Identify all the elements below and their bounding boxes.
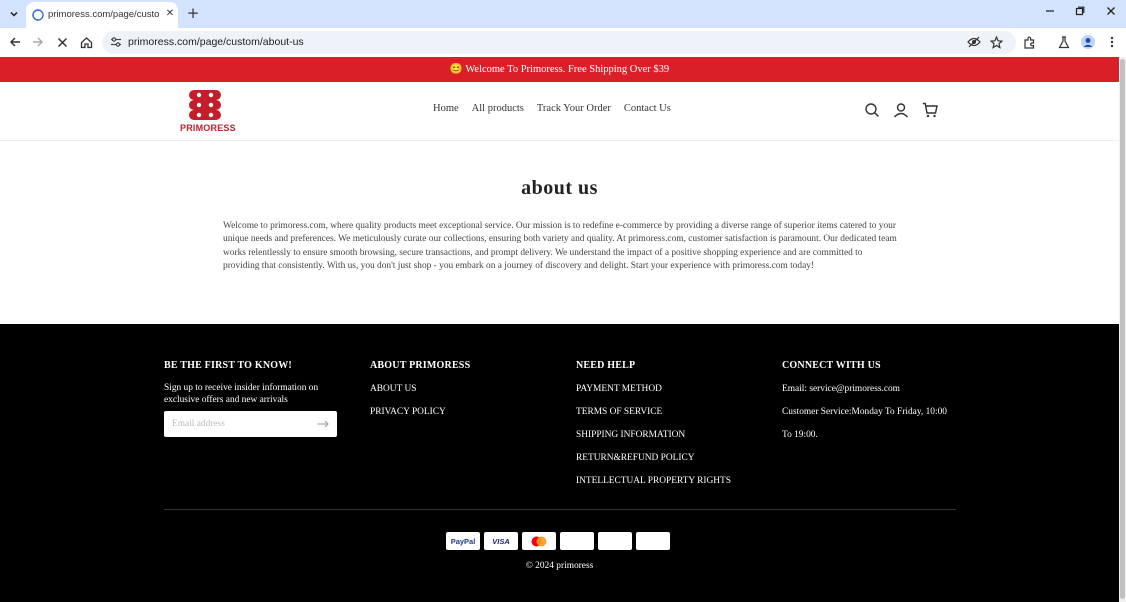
connect-heading: CONNECT WITH US — [782, 360, 881, 371]
cart-icon[interactable] — [922, 102, 938, 118]
contact-hours: Customer Service:Monday To Friday, 10:00… — [782, 407, 947, 440]
contact-email[interactable]: Email: service@primoress.com — [782, 378, 957, 401]
scrollbar-thumb[interactable] — [1120, 59, 1125, 599]
chevron-down-icon[interactable] — [5, 5, 23, 23]
web-page: 😊 Welcome To Primoress. Free Shipping Ov… — [0, 57, 1119, 602]
footer-link-privacy-policy[interactable]: PRIVACY POLICY — [370, 407, 470, 417]
nav-contact-us[interactable]: Contact Us — [624, 103, 671, 119]
back-arrow-icon[interactable] — [7, 34, 23, 50]
restore-icon[interactable] — [1072, 5, 1088, 21]
footer-link-about-us[interactable]: ABOUT US — [370, 384, 470, 394]
copyright: © 2024 primoress — [525, 561, 594, 571]
announcement-bar: 😊 Welcome To Primoress. Free Shipping Ov… — [0, 57, 1119, 82]
user-icon[interactable] — [893, 102, 909, 118]
site-footer: BE THE FIRST TO KNOW! Sign up to receive… — [0, 324, 1119, 602]
page-scrollbar[interactable] — [1119, 57, 1126, 602]
paypal-icon: PayPal — [446, 532, 480, 550]
forward-arrow-icon[interactable] — [30, 34, 46, 50]
eye-off-icon[interactable] — [966, 34, 982, 50]
site-header: PRIMORESS Home All products Track Your O… — [0, 82, 1119, 141]
close-window-icon[interactable] — [1103, 5, 1119, 21]
url-text: primoress.com/page/custom/about-us — [128, 36, 304, 48]
logo-mark — [189, 90, 221, 120]
tab-title: primoress.com/page/custom/a — [48, 9, 160, 20]
close-icon[interactable]: ✕ — [163, 7, 177, 21]
subscribe-heading: BE THE FIRST TO KNOW! — [164, 360, 292, 371]
tune-icon[interactable] — [110, 36, 122, 48]
subscribe-text: Sign up to receive insider information o… — [164, 383, 319, 405]
footer-help: NEED HELP PAYMENT METHOD TERMS OF SERVIC… — [576, 360, 731, 486]
browser-toolbar: primoress.com/page/custom/about-us — [0, 28, 1126, 57]
arrow-right-icon[interactable] — [317, 420, 329, 428]
nav-track-order[interactable]: Track Your Order — [537, 103, 611, 119]
footer-link-terms-of-service[interactable]: TERMS OF SERVICE — [576, 407, 731, 417]
browser-tab-bar: primoress.com/page/custom/a ✕ + — [0, 0, 1126, 28]
about-body-text: Welcome to primoress.com, where quality … — [223, 221, 897, 272]
email-input[interactable] — [172, 417, 312, 431]
puzzle-icon[interactable] — [1021, 34, 1037, 50]
site-logo[interactable]: PRIMORESS — [180, 88, 236, 134]
payment-methods: PayPal VISA — [446, 532, 670, 550]
mastercard-icon — [522, 532, 556, 550]
search-icon[interactable] — [864, 102, 880, 118]
page-title: about us — [521, 177, 598, 199]
footer-link-return-refund-policy[interactable]: RETURN&REFUND POLICY — [576, 453, 731, 463]
stop-icon[interactable] — [54, 34, 70, 50]
main-nav: Home All products Track Your Order Conta… — [433, 103, 684, 119]
footer-connect: CONNECT WITH US Email: service@primoress… — [782, 360, 957, 447]
more-vert-icon[interactable] — [1104, 34, 1120, 50]
footer-link-shipping-information[interactable]: SHIPPING INFORMATION — [576, 430, 731, 440]
globe-icon — [32, 9, 44, 21]
logo-text: PRIMORESS — [180, 123, 236, 133]
home-icon[interactable] — [78, 34, 94, 50]
plus-icon[interactable]: + — [185, 4, 201, 22]
footer-divider — [164, 509, 956, 510]
flask-icon[interactable] — [1056, 34, 1072, 50]
payment-card-icon — [636, 532, 670, 550]
about-heading: ABOUT PRIMORESS — [370, 360, 471, 371]
footer-about: ABOUT PRIMORESS ABOUT US PRIVACY POLICY — [370, 360, 470, 417]
footer-subscribe: BE THE FIRST TO KNOW! Sign up to receive… — [164, 360, 339, 437]
footer-link-intellectual-property[interactable]: INTELLECTUAL PROPERTY RIGHTS — [576, 476, 731, 486]
payment-card-icon — [560, 532, 594, 550]
nav-all-products[interactable]: All products — [472, 103, 524, 119]
help-heading: NEED HELP — [576, 360, 636, 371]
browser-tab[interactable]: primoress.com/page/custom/a ✕ — [26, 2, 178, 28]
address-bar[interactable]: primoress.com/page/custom/about-us — [102, 31, 1016, 54]
nav-home[interactable]: Home — [433, 103, 459, 119]
star-icon[interactable] — [988, 34, 1004, 50]
avatar-icon[interactable] — [1080, 34, 1096, 50]
minimize-icon[interactable] — [1042, 5, 1058, 21]
footer-link-payment-method[interactable]: PAYMENT METHOD — [576, 384, 731, 394]
payment-card-icon — [598, 532, 632, 550]
email-subscribe-box — [164, 411, 337, 437]
visa-icon: VISA — [484, 532, 518, 550]
